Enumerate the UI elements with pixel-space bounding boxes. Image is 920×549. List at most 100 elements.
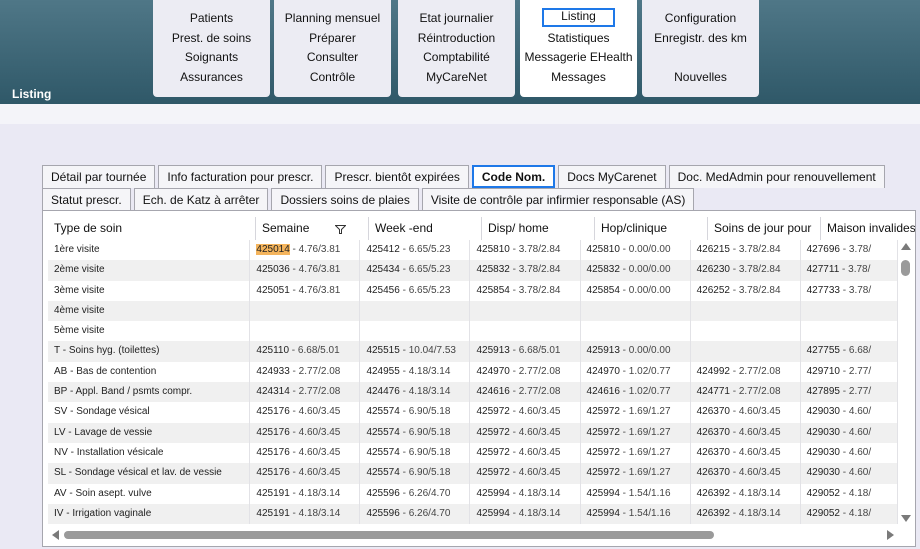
tariff-cell[interactable]: 425810 - 3.78/2.84: [470, 240, 581, 261]
tariff-cell[interactable]: 425994 - 4.18/3.14: [470, 483, 581, 504]
menu-item-messages[interactable]: Messages: [520, 68, 637, 88]
tariff-cell[interactable]: [691, 341, 801, 362]
column-header-maison-invalides[interactable]: Maison invalides: [821, 217, 915, 240]
tariff-cell[interactable]: [360, 321, 471, 342]
tariff-cell[interactable]: 426230 - 3.78/2.84: [691, 260, 801, 281]
tab-dossiers-soins-de-plaies[interactable]: Dossiers soins de plaies: [271, 188, 419, 211]
tariff-cell[interactable]: 425913 - 6.68/5.01: [470, 341, 581, 362]
tariff-cell[interactable]: 425913 - 0.00/0.00: [581, 341, 691, 362]
menu-item-mycarenet[interactable]: MyCareNet: [398, 68, 515, 88]
column-header-soins-de-jour-pour[interactable]: Soins de jour pour: [708, 217, 821, 240]
tariff-cell[interactable]: 425832 - 0.00/0.00: [581, 260, 691, 281]
menu-item-preparer[interactable]: Préparer: [274, 29, 391, 49]
tariff-cell[interactable]: 429030 - 4.60/: [801, 463, 898, 484]
tariff-cell[interactable]: [801, 321, 898, 342]
table-row[interactable]: AB - Bas de contention 424933 - 2.77/2.08…: [48, 361, 898, 383]
tariff-cell[interactable]: 426370 - 4.60/3.45: [691, 422, 801, 443]
tariff-cell[interactable]: 424616 - 1.02/0.77: [581, 382, 691, 403]
tab-detail-par-tournee[interactable]: Détail par tournée: [42, 165, 156, 188]
tariff-cell[interactable]: [470, 321, 581, 342]
tab-statut-prescr[interactable]: Statut prescr.: [42, 188, 131, 211]
menu-item-patients[interactable]: Patients: [153, 9, 270, 29]
menu-item-enregistr-des-km[interactable]: Enregistr. des km: [642, 29, 759, 49]
tariff-cell[interactable]: 425574 - 6.90/5.18: [360, 442, 471, 464]
column-header-disp-home[interactable]: Disp/ home: [482, 217, 595, 240]
tariff-cell[interactable]: 425456 - 6.65/5.23: [360, 280, 471, 301]
tariff-cell[interactable]: 425972 - 1.69/1.27: [581, 442, 691, 464]
vertical-scrollbar[interactable]: [900, 240, 911, 525]
tariff-cell[interactable]: 425854 - 0.00/0.00: [581, 280, 691, 301]
scroll-right-icon[interactable]: [887, 530, 894, 540]
column-header-semaine[interactable]: Semaine: [256, 217, 369, 240]
horizontal-scrollbar[interactable]: [48, 529, 898, 542]
tariff-cell[interactable]: 425176 - 4.60/3.45: [250, 422, 361, 443]
tab-prescr-bientot-expirees[interactable]: Prescr. bientôt expirées: [325, 165, 469, 188]
tariff-cell[interactable]: 427755 - 6.68/: [801, 341, 898, 362]
menu-item-reintroduction[interactable]: Réintroduction: [398, 29, 515, 49]
tariff-cell[interactable]: 425191 - 4.18/3.14: [250, 483, 361, 504]
tariff-cell[interactable]: 425972 - 1.69/1.27: [581, 463, 691, 484]
column-header-week-end[interactable]: Week -end: [369, 217, 482, 240]
tariff-cell[interactable]: 425972 - 4.60/3.45: [470, 422, 581, 443]
menu-item-comptabilite[interactable]: Comptabilité: [398, 48, 515, 68]
scroll-down-icon[interactable]: [901, 515, 911, 522]
menu-item-prest-de-soins[interactable]: Prest. de soins: [153, 29, 270, 49]
tariff-cell[interactable]: [581, 321, 691, 342]
tariff-cell[interactable]: 429052 - 4.18/: [801, 503, 898, 525]
tariff-cell[interactable]: 427696 - 3.78/: [801, 240, 898, 261]
tariff-cell[interactable]: 425972 - 4.60/3.45: [470, 402, 581, 423]
tariff-cell[interactable]: 426370 - 4.60/3.45: [691, 442, 801, 464]
menu-item-assurances[interactable]: Assurances: [153, 68, 270, 88]
scroll-up-icon[interactable]: [901, 243, 911, 250]
menu-item-controle[interactable]: Contrôle: [274, 68, 391, 88]
tariff-cell[interactable]: 427733 - 3.78/: [801, 280, 898, 301]
tariff-cell[interactable]: 429710 - 2.77/: [801, 361, 898, 383]
vertical-scroll-thumb[interactable]: [901, 260, 910, 276]
menu-item-listing[interactable]: Listing: [542, 8, 615, 27]
tariff-cell[interactable]: 424955 - 4.18/3.14: [360, 361, 471, 383]
tariff-cell[interactable]: [470, 300, 581, 322]
tariff-cell[interactable]: 424771 - 2.77/2.08: [691, 382, 801, 403]
tariff-cell[interactable]: [691, 321, 801, 342]
filter-icon[interactable]: [335, 225, 346, 234]
tariff-cell[interactable]: 425994 - 1.54/1.16: [581, 503, 691, 525]
tariff-cell[interactable]: 427895 - 2.77/: [801, 382, 898, 403]
tariff-cell[interactable]: 425574 - 6.90/5.18: [360, 422, 471, 443]
tab-ech-de-katz-a-arreter[interactable]: Ech. de Katz à arrêter: [133, 188, 269, 211]
menu-item-statistiques[interactable]: Statistiques: [520, 29, 637, 49]
table-row[interactable]: 2ème visite 425036 - 4.76/3.81 425434 - 6.…: [48, 260, 898, 281]
tab-doc-medadmin-pour-renouvellement[interactable]: Doc. MedAdmin pour renouvellement: [668, 165, 885, 188]
tariff-cell[interactable]: 426370 - 4.60/3.45: [691, 402, 801, 423]
tariff-cell[interactable]: 425972 - 4.60/3.45: [470, 442, 581, 464]
table-row[interactable]: BP - Appl. Band / psmts compr. 424314 - 2…: [48, 382, 898, 403]
column-header-type-de-soin[interactable]: Type de soin: [48, 217, 256, 240]
tariff-cell[interactable]: 426370 - 4.60/3.45: [691, 463, 801, 484]
tariff-cell[interactable]: 425036 - 4.76/3.81: [250, 260, 361, 281]
tariff-cell[interactable]: 425832 - 3.78/2.84: [470, 260, 581, 281]
tariff-cell[interactable]: 425596 - 6.26/4.70: [360, 503, 471, 525]
tariff-cell[interactable]: 425176 - 4.60/3.45: [250, 402, 361, 423]
tariff-cell[interactable]: [250, 300, 361, 322]
tariff-cell[interactable]: 424992 - 2.77/2.08: [691, 361, 801, 383]
table-row[interactable]: AV - Soin asept. vulve 425191 - 4.18/3.14…: [48, 483, 898, 504]
tariff-cell[interactable]: 425191 - 4.18/3.14: [250, 503, 361, 525]
tariff-cell[interactable]: 426252 - 3.78/2.84: [691, 280, 801, 301]
tariff-cell[interactable]: 427711 - 3.78/: [801, 260, 898, 281]
tariff-cell[interactable]: [691, 300, 801, 322]
tariff-cell[interactable]: 426392 - 4.18/3.14: [691, 483, 801, 504]
tariff-cell[interactable]: 425972 - 1.69/1.27: [581, 422, 691, 443]
horizontal-scroll-thumb[interactable]: [64, 531, 714, 539]
tariff-cell[interactable]: 425972 - 1.69/1.27: [581, 402, 691, 423]
tariff-cell[interactable]: 425176 - 4.60/3.45: [250, 442, 361, 464]
tariff-cell[interactable]: 425014 - 4.76/3.81: [250, 240, 361, 261]
tariff-cell[interactable]: 424314 - 2.77/2.08: [250, 382, 361, 403]
tariff-cell[interactable]: 425515 - 10.04/7.53: [360, 341, 471, 362]
column-header-hop-clinique[interactable]: Hop/clinique: [595, 217, 708, 240]
menu-item-planning-mensuel[interactable]: Planning mensuel: [274, 9, 391, 29]
table-row[interactable]: SL - Sondage vésical et lav. de vessie 42…: [48, 463, 898, 484]
tariff-cell[interactable]: 424970 - 2.77/2.08: [470, 361, 581, 383]
table-row[interactable]: 3ème visite 425051 - 4.76/3.81 425456 - 6.…: [48, 280, 898, 301]
menu-item-configuration[interactable]: Configuration: [642, 9, 759, 29]
menu-item-nouvelles[interactable]: Nouvelles: [642, 68, 759, 88]
tariff-cell[interactable]: [801, 300, 898, 322]
